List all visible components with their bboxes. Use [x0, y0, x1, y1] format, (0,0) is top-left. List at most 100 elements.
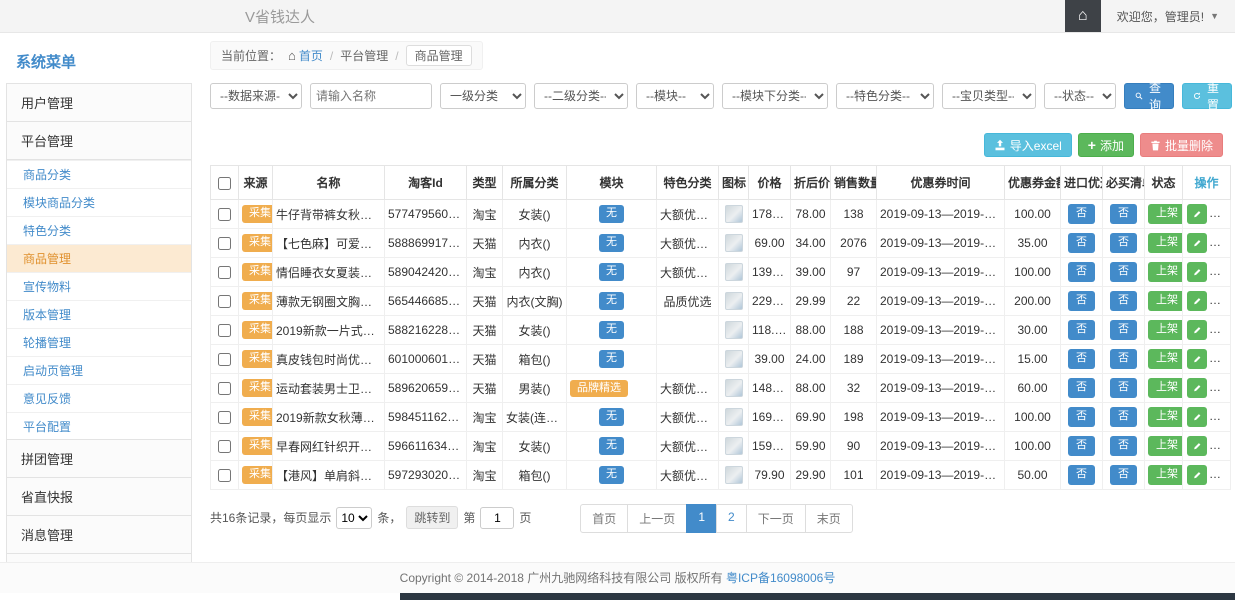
edit-button[interactable] [1187, 436, 1207, 456]
sidebar-subitem-9[interactable]: 平台配置 [7, 412, 191, 440]
status-button[interactable]: 上架 [1148, 349, 1183, 368]
status-button[interactable]: 上架 [1148, 262, 1183, 281]
status-button[interactable]: 上架 [1148, 378, 1183, 397]
home-button[interactable]: ⌂ [1065, 0, 1101, 32]
import-select-toggle[interactable]: 否 [1068, 407, 1095, 426]
must-buy-toggle[interactable]: 否 [1110, 465, 1137, 484]
import-select-toggle[interactable]: 否 [1068, 436, 1095, 455]
import-select-toggle[interactable]: 否 [1068, 291, 1095, 310]
reset-button[interactable]: 重置 [1182, 83, 1232, 109]
sidebar-subitem-1[interactable]: 模块商品分类 [7, 188, 191, 216]
name-input[interactable] [310, 83, 432, 109]
edit-icon [1193, 441, 1201, 452]
status-button[interactable]: 上架 [1148, 465, 1183, 484]
user-menu[interactable]: 欢迎您，管理员! ▼ [1101, 0, 1235, 32]
import-select-toggle[interactable]: 否 [1068, 378, 1095, 397]
search-button[interactable]: 查询 [1124, 83, 1174, 109]
edit-button[interactable] [1187, 320, 1207, 340]
sidebar-subitem-7[interactable]: 启动页管理 [7, 356, 191, 384]
row-checkbox[interactable] [218, 208, 231, 221]
must-buy-toggle[interactable]: 否 [1110, 233, 1137, 252]
status-button[interactable]: 上架 [1148, 291, 1183, 310]
edit-button[interactable] [1187, 465, 1207, 485]
batch-delete-button[interactable]: 批量删除 [1140, 133, 1223, 157]
cell-product-name: 真皮钱包时尚优雅女士... [273, 345, 385, 374]
import-select-toggle[interactable]: 否 [1068, 349, 1095, 368]
level1-category-select[interactable]: 一级分类 [440, 83, 526, 109]
edit-button[interactable] [1187, 378, 1207, 398]
item-type-select[interactable]: --宝贝类型-- [942, 83, 1036, 109]
col-header-8: 价格 [749, 166, 791, 200]
jump-button[interactable]: 跳转到 [406, 506, 458, 529]
level2-category-select[interactable]: --二级分类-- [534, 83, 628, 109]
sidebar-item-2[interactable]: 拼团管理 [6, 439, 192, 478]
status-button[interactable]: 上架 [1148, 436, 1183, 455]
edit-button[interactable] [1187, 349, 1207, 369]
sidebar-subitem-8[interactable]: 意见反馈 [7, 384, 191, 412]
page-button-5[interactable]: 末页 [805, 504, 853, 533]
must-buy-toggle[interactable]: 否 [1110, 262, 1137, 281]
row-checkbox[interactable] [218, 324, 231, 337]
module-subcategory-select[interactable]: --模块下分类-- [722, 83, 828, 109]
sidebar-subitem-3[interactable]: 商品管理 [7, 244, 191, 272]
import-select-toggle[interactable]: 否 [1068, 233, 1095, 252]
sidebar-subitem-5[interactable]: 版本管理 [7, 300, 191, 328]
page-button-3[interactable]: 2 [716, 504, 747, 533]
status-button[interactable]: 上架 [1148, 233, 1183, 252]
breadcrumb-section[interactable]: 平台管理 [340, 47, 388, 64]
data-source-select[interactable]: --数据来源-- [210, 83, 302, 109]
must-buy-toggle[interactable]: 否 [1110, 320, 1137, 339]
import-select-toggle[interactable]: 否 [1068, 204, 1095, 223]
edit-button[interactable] [1187, 204, 1207, 224]
status-button[interactable]: 上架 [1148, 407, 1183, 426]
import-excel-button[interactable]: 导入excel [984, 133, 1072, 157]
must-buy-toggle[interactable]: 否 [1110, 436, 1137, 455]
breadcrumb-home-link[interactable]: ⌂ 首页 [288, 47, 323, 64]
select-all-checkbox[interactable] [218, 177, 231, 190]
row-checkbox[interactable] [218, 469, 231, 482]
edit-button[interactable] [1187, 291, 1207, 311]
cell-category: 内衣() [503, 229, 567, 258]
row-checkbox[interactable] [218, 353, 231, 366]
must-buy-toggle[interactable]: 否 [1110, 349, 1137, 368]
sidebar-item-3[interactable]: 省直快报 [6, 477, 192, 516]
icp-link[interactable]: 粤ICP备16098006号 [726, 571, 835, 585]
sidebar-subitem-6[interactable]: 轮播管理 [7, 328, 191, 356]
row-checkbox[interactable] [218, 295, 231, 308]
sidebar-subitem-2[interactable]: 特色分类 [7, 216, 191, 244]
edit-button[interactable] [1187, 233, 1207, 253]
row-checkbox[interactable] [218, 382, 231, 395]
page-button-1[interactable]: 上一页 [627, 504, 687, 533]
add-button[interactable]: + 添加 [1078, 133, 1134, 157]
must-buy-toggle[interactable]: 否 [1110, 378, 1137, 397]
module-select[interactable]: --模块-- [636, 83, 714, 109]
sidebar-item-4[interactable]: 消息管理 [6, 515, 192, 554]
sidebar-subitem-4[interactable]: 宣传物料 [7, 272, 191, 300]
page-button-2[interactable]: 1 [686, 504, 717, 533]
sidebar-item-1[interactable]: 平台管理 [6, 121, 192, 160]
import-select-toggle[interactable]: 否 [1068, 320, 1095, 339]
page-button-4[interactable]: 下一页 [746, 504, 806, 533]
feature-category-select[interactable]: --特色分类-- [836, 83, 934, 109]
page-button-0[interactable]: 首页 [580, 504, 628, 533]
page-size-select[interactable]: 10 [336, 507, 372, 529]
must-buy-toggle[interactable]: 否 [1110, 407, 1137, 426]
must-buy-toggle[interactable]: 否 [1110, 291, 1137, 310]
sidebar-subitem-0[interactable]: 商品分类 [7, 160, 191, 188]
must-buy-toggle[interactable]: 否 [1110, 204, 1137, 223]
edit-button[interactable] [1187, 262, 1207, 282]
row-checkbox[interactable] [218, 266, 231, 279]
import-select-toggle[interactable]: 否 [1068, 262, 1095, 281]
row-checkbox[interactable] [218, 440, 231, 453]
cell-price: 39.00 [749, 345, 791, 374]
row-checkbox[interactable] [218, 411, 231, 424]
import-select-toggle[interactable]: 否 [1068, 465, 1095, 484]
edit-button[interactable] [1187, 407, 1207, 427]
status-select[interactable]: --状态-- [1044, 83, 1116, 109]
jump-page-input[interactable] [480, 507, 514, 529]
status-button[interactable]: 上架 [1148, 204, 1183, 223]
status-button[interactable]: 上架 [1148, 320, 1183, 339]
cell-import-select: 否 [1061, 432, 1103, 461]
row-checkbox[interactable] [218, 237, 231, 250]
sidebar-item-0[interactable]: 用户管理 [6, 83, 192, 122]
